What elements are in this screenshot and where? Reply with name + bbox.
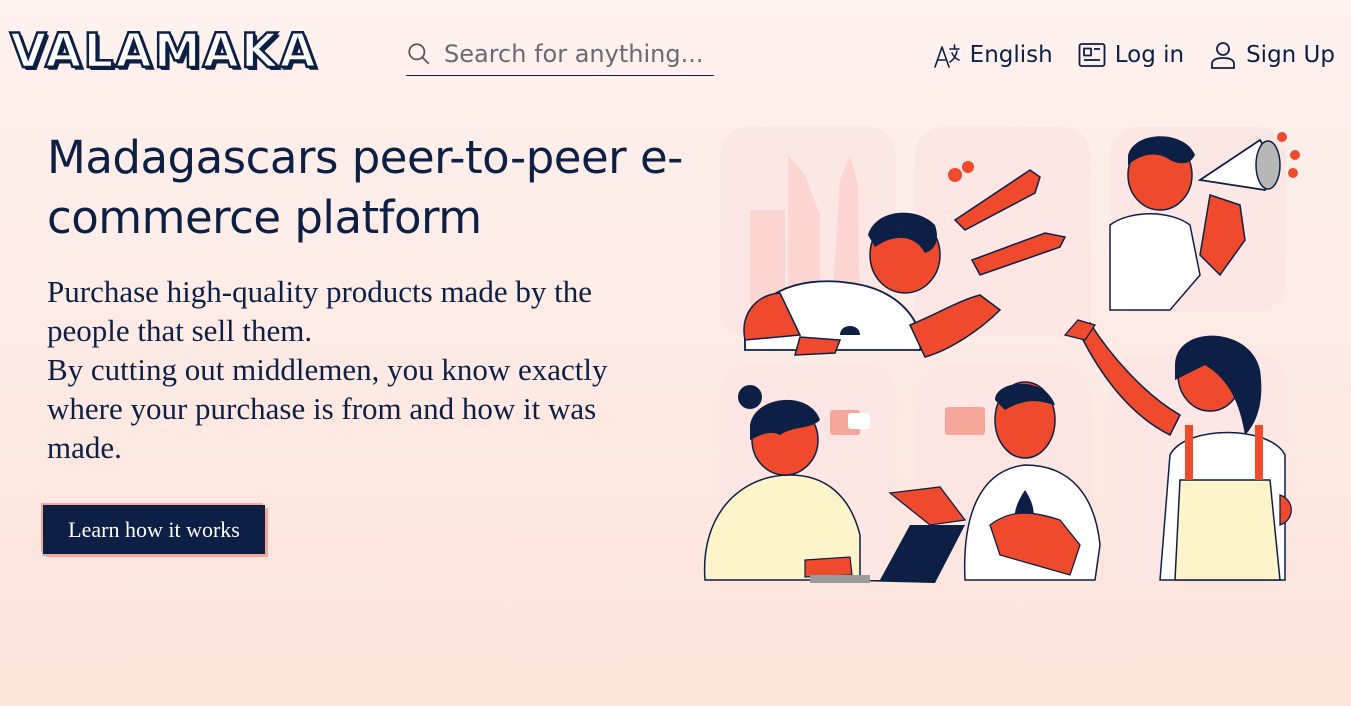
login-card-icon <box>1078 43 1106 67</box>
search-input[interactable] <box>444 39 704 68</box>
hero-paragraph-1: Purchase high-quality products made by t… <box>47 274 592 348</box>
language-label: English <box>969 42 1053 68</box>
signup-link[interactable]: Sign Up <box>1208 40 1335 70</box>
login-link[interactable]: Log in <box>1077 40 1184 70</box>
hero-illustration <box>703 127 1300 583</box>
search-bar[interactable] <box>406 32 714 76</box>
language-selector[interactable]: English <box>932 40 1053 70</box>
learn-how-it-works-button[interactable]: Learn how it works <box>43 505 265 554</box>
brand-logo[interactable]: VALAMAKA <box>9 23 318 81</box>
user-icon <box>1211 42 1235 69</box>
hero-paragraph-2: By cutting out middlemen, you know exact… <box>47 352 608 465</box>
signup-label: Sign Up <box>1246 42 1335 68</box>
login-label: Log in <box>1114 42 1185 68</box>
hero-description: Purchase high-quality products made by t… <box>47 272 672 467</box>
hero-title: Madagascars peer-to-peer e-commerce plat… <box>47 131 683 244</box>
header-nav: English Log in Sign Up <box>932 40 1335 70</box>
site-header: VALAMAKA English <box>0 0 1351 110</box>
translate-icon <box>933 44 960 68</box>
search-icon <box>408 42 430 64</box>
